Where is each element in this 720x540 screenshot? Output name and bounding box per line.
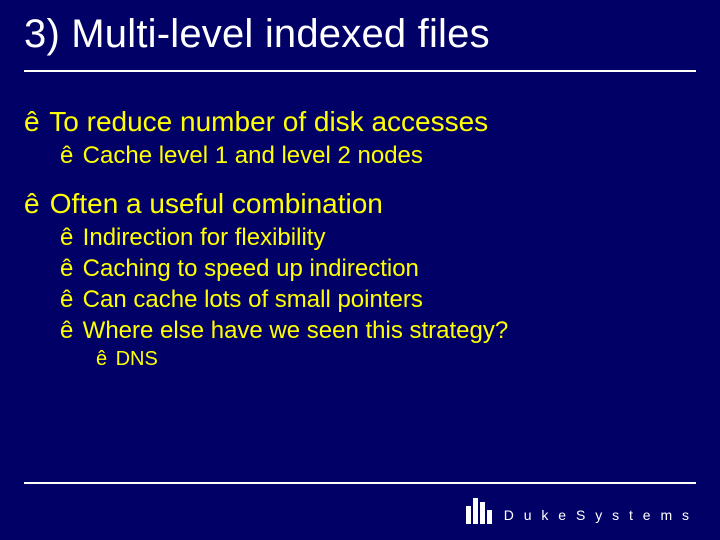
bullet-mark-icon: ê <box>60 317 76 345</box>
logo-bar <box>473 498 478 524</box>
logo-bar <box>487 510 492 524</box>
bullet-mark-icon: ê <box>24 188 42 220</box>
bullet-mark-icon: ê <box>60 142 76 170</box>
bullet-l1: ê Often a useful combination <box>24 188 690 220</box>
bullet-l2: ê Can cache lots of small pointers <box>60 286 690 314</box>
bullet-l3: ê DNS <box>96 348 690 371</box>
bullet-mark-icon: ê <box>96 348 110 371</box>
footer: D u k e S y s t e m s <box>466 496 692 524</box>
bullet-mark-icon: ê <box>24 106 42 138</box>
bullet-text: To reduce number of disk accesses <box>49 106 488 137</box>
bullet-text: DNS <box>116 348 158 370</box>
title-divider <box>24 70 696 72</box>
bullet-text: Often a useful combination <box>50 188 383 219</box>
logo-bar <box>480 502 485 524</box>
bullet-l2: ê Caching to speed up indirection <box>60 255 690 283</box>
bullet-mark-icon: ê <box>60 286 76 314</box>
bullet-text: Caching to speed up indirection <box>83 255 419 282</box>
bullet-l2: ê Where else have we seen this strategy? <box>60 317 690 345</box>
slide-content: ê To reduce number of disk accesses ê Ca… <box>24 100 690 373</box>
bullet-text: Where else have we seen this strategy? <box>83 317 509 344</box>
bullet-l2: ê Cache level 1 and level 2 nodes <box>60 142 690 170</box>
bullet-mark-icon: ê <box>60 224 76 252</box>
bullet-l2: ê Indirection for flexibility <box>60 224 690 252</box>
slide: 3) Multi-level indexed files ê To reduce… <box>0 0 720 540</box>
duke-logo-icon <box>466 496 492 524</box>
logo-bar <box>466 506 471 524</box>
bullet-mark-icon: ê <box>60 255 76 283</box>
footer-divider <box>24 482 696 484</box>
bullet-text: Indirection for flexibility <box>83 224 326 251</box>
bullet-text: Cache level 1 and level 2 nodes <box>83 142 423 169</box>
bullet-l1: ê To reduce number of disk accesses <box>24 106 690 138</box>
footer-brand-text: D u k e S y s t e m s <box>504 507 692 524</box>
bullet-text: Can cache lots of small pointers <box>83 286 423 313</box>
slide-title: 3) Multi-level indexed files <box>24 12 490 57</box>
